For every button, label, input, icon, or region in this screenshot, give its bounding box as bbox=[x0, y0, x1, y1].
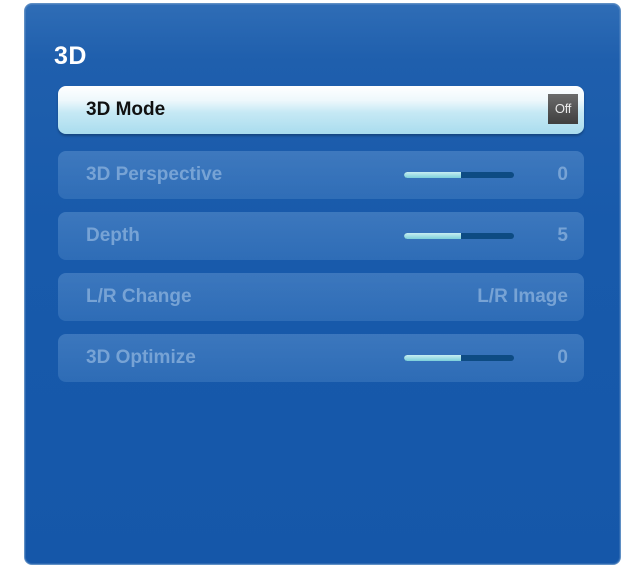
menu-item-value: L/R Image bbox=[477, 286, 568, 307]
menu-item-depth[interactable]: Depth 5 bbox=[58, 212, 584, 260]
slider-fill bbox=[404, 355, 462, 361]
depth-slider[interactable] bbox=[404, 233, 514, 239]
menu-item-3d-perspective[interactable]: 3D Perspective 0 bbox=[58, 151, 584, 199]
menu-item-label: 3D Optimize bbox=[86, 347, 196, 368]
menu-item-label: 3D Perspective bbox=[86, 164, 223, 185]
menu-item-3d-optimize[interactable]: 3D Optimize 0 bbox=[58, 334, 584, 382]
menu-title: 3D bbox=[54, 42, 87, 70]
menu-item-3d-mode[interactable]: 3D Mode Off bbox=[58, 86, 584, 134]
perspective-slider[interactable] bbox=[404, 172, 514, 178]
menu-item-label: L/R Change bbox=[86, 286, 192, 307]
optimize-slider[interactable] bbox=[404, 355, 514, 361]
menu-item-value: 0 bbox=[557, 164, 568, 185]
menu-item-value: 0 bbox=[557, 347, 568, 368]
menu-item-label: 3D Mode bbox=[86, 99, 166, 120]
mode-value-badge: Off bbox=[548, 94, 578, 124]
menu-item-value: 5 bbox=[557, 225, 568, 246]
menu-item-lr-change[interactable]: L/R Change L/R Image bbox=[58, 273, 584, 321]
menu-item-label: Depth bbox=[86, 225, 140, 246]
slider-fill bbox=[404, 233, 462, 239]
slider-fill bbox=[404, 172, 462, 178]
